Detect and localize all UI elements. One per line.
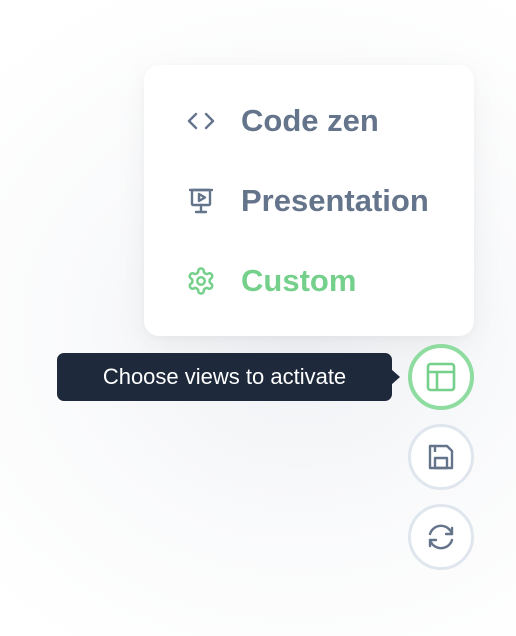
refresh-button[interactable] <box>408 504 474 570</box>
menu-item-presentation[interactable]: Presentation <box>184 181 429 221</box>
menu-item-code-zen[interactable]: Code zen <box>184 101 379 141</box>
menu-item-label: Code zen <box>241 103 379 138</box>
views-button[interactable] <box>408 344 474 410</box>
view-menu: Code zen Presentation Custom <box>144 65 474 336</box>
save-button[interactable] <box>408 424 474 490</box>
menu-item-custom[interactable]: Custom <box>184 261 356 301</box>
layout-icon <box>424 360 458 394</box>
refresh-icon <box>424 520 458 554</box>
tooltip: Choose views to activate <box>57 353 400 401</box>
gear-icon <box>184 264 218 298</box>
code-icon <box>184 104 218 138</box>
save-icon <box>425 441 457 473</box>
menu-item-label: Presentation <box>241 183 429 218</box>
presentation-icon <box>184 184 218 218</box>
menu-item-label: Custom <box>241 263 357 298</box>
tooltip-text: Choose views to activate <box>102 364 347 389</box>
